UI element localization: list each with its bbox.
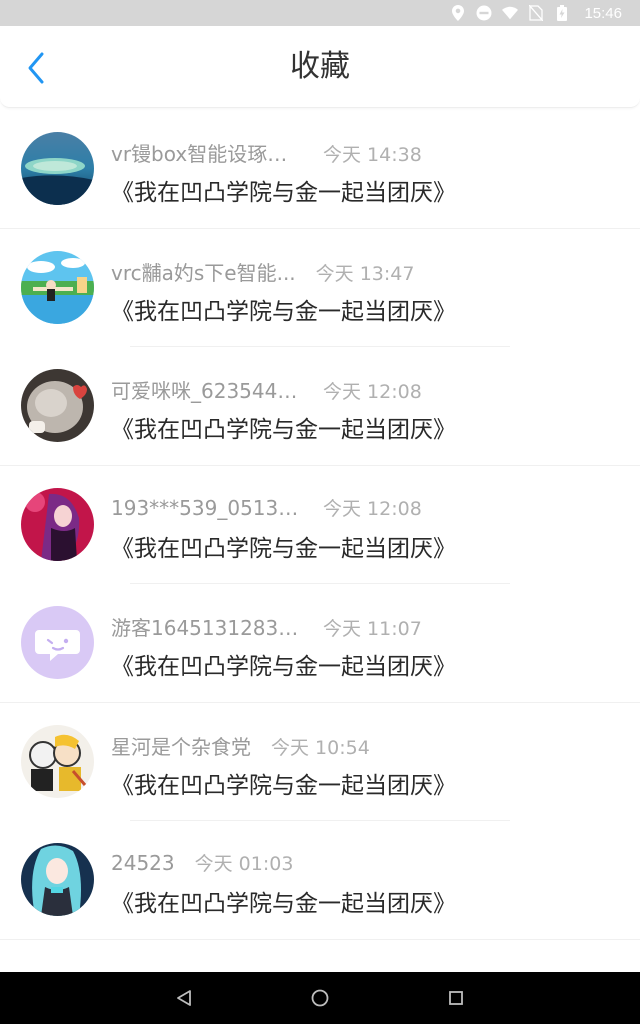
timestamp: 今天 12:08 bbox=[323, 497, 422, 520]
list-item[interactable]: vrc黼a妁s下e智能... 今天 13:47 《我在凹凸学院与金一起当团厌》 bbox=[0, 229, 640, 347]
list-item[interactable]: 24523 今天 01:03 《我在凹凸学院与金一起当团厌》 bbox=[0, 821, 640, 940]
timestamp: 今天 11:07 bbox=[323, 618, 422, 640]
nav-home-button[interactable] bbox=[252, 972, 388, 1024]
divider bbox=[0, 938, 640, 940]
app-header: 收藏 bbox=[0, 26, 640, 108]
recents-square-icon bbox=[449, 991, 463, 1005]
book-title: 《我在凹凸学院与金一起当团厌》 bbox=[111, 654, 456, 680]
anime-girl-red-avatar[interactable] bbox=[21, 487, 94, 561]
list-item[interactable]: 游客16451312832... 今天 11:07 《我在凹凸学院与金一起当团厌… bbox=[0, 584, 640, 703]
system-nav-bar bbox=[0, 972, 640, 1024]
status-time: 15:46 bbox=[584, 4, 622, 22]
timestamp: 今天 01:03 bbox=[194, 853, 294, 875]
username: vrc黼a妁s下e智能... bbox=[111, 260, 296, 285]
nav-back-button[interactable] bbox=[116, 972, 252, 1024]
back-triangle-icon bbox=[177, 990, 191, 1006]
book-title: 《我在凹凸学院与金一起当团厌》 bbox=[111, 417, 456, 443]
page-title: 收藏 bbox=[290, 49, 350, 84]
timestamp: 今天 13:47 bbox=[315, 262, 415, 285]
username: 24523 bbox=[111, 851, 175, 875]
list-item[interactable]: 星河是个杂食党 今天 10:54 《我在凹凸学院与金一起当团厌》 bbox=[0, 703, 640, 821]
nav-recents-button[interactable] bbox=[388, 972, 524, 1024]
book-title: 《我在凹凸学院与金一起当团厌》 bbox=[111, 298, 456, 325]
anime-landscape-avatar[interactable] bbox=[21, 250, 94, 324]
ocean-scene-avatar[interactable] bbox=[21, 132, 94, 205]
do-not-disturb-icon bbox=[476, 5, 492, 21]
book-title: 《我在凹凸学院与金一起当团厌》 bbox=[111, 891, 456, 917]
timestamp: 今天 12:08 bbox=[323, 381, 422, 403]
favorites-list: vr镘box智能设琢轲... 今天 14:38 《我在凹凸学院与金一起当团厌》 … bbox=[0, 110, 640, 972]
book-title: 《我在凹凸学院与金一起当团厌》 bbox=[111, 535, 456, 562]
username: 193***539_051332... bbox=[111, 495, 303, 520]
default-chat-avatar[interactable] bbox=[21, 606, 94, 679]
location-icon bbox=[450, 5, 466, 21]
list-item[interactable]: 193***539_051332... 今天 12:08 《我在凹凸学院与金一起… bbox=[0, 466, 640, 584]
username: 星河是个杂食党 bbox=[111, 734, 251, 759]
username: 可爱咪咪_6235441... bbox=[111, 379, 303, 403]
no-sim-icon bbox=[528, 5, 544, 21]
book-title: 《我在凹凸学院与金一起当团厌》 bbox=[111, 180, 456, 206]
timestamp: 今天 14:38 bbox=[323, 144, 422, 166]
list-item[interactable]: 可爱咪咪_6235441... 今天 12:08 《我在凹凸学院与金一起当团厌》 bbox=[0, 347, 640, 466]
username: 游客16451312832... bbox=[111, 616, 303, 640]
list-item[interactable]: vr镘box智能设琢轲... 今天 14:38 《我在凹凸学院与金一起当团厌》 bbox=[0, 110, 640, 229]
cat-avatar[interactable] bbox=[21, 369, 94, 442]
book-title: 《我在凹凸学院与金一起当团厌》 bbox=[111, 772, 456, 799]
timestamp: 今天 10:54 bbox=[271, 736, 370, 759]
wifi-icon bbox=[502, 5, 519, 21]
home-circle-icon bbox=[311, 989, 329, 1007]
status-bar: 15:46 bbox=[0, 0, 640, 26]
username: vr镘box智能设琢轲... bbox=[111, 142, 303, 166]
battery-charging-icon bbox=[554, 5, 570, 21]
anime-characters-avatar[interactable] bbox=[21, 724, 94, 798]
anime-girl-blue-avatar[interactable] bbox=[21, 843, 94, 916]
